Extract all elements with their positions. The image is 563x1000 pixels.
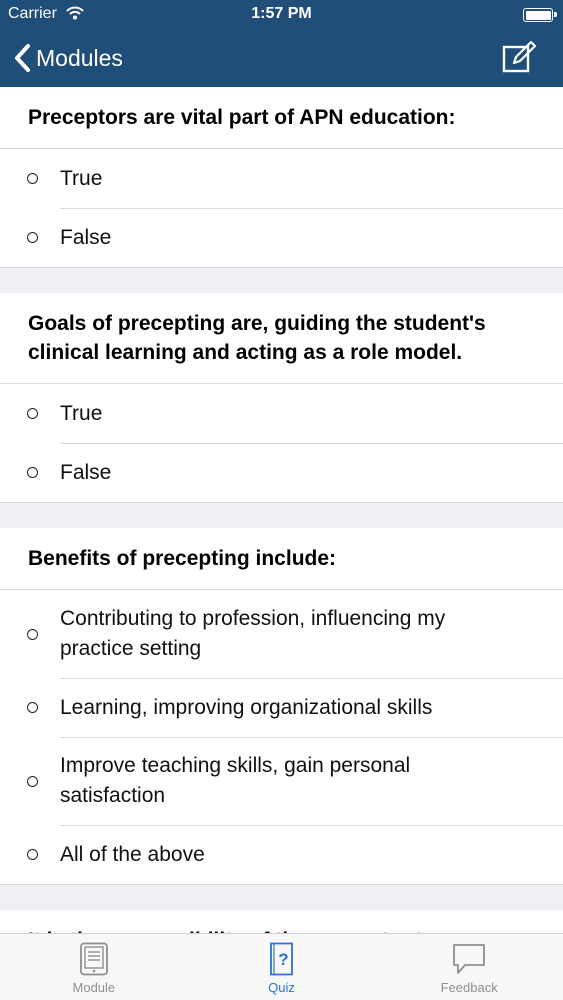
answer-option[interactable]: False bbox=[0, 208, 563, 267]
status-time: 1:57 PM bbox=[251, 5, 312, 22]
quiz-icon: ? bbox=[269, 942, 293, 976]
tab-feedback-label: Feedback bbox=[440, 980, 498, 995]
radio-circle-icon[interactable] bbox=[27, 408, 38, 419]
question-title: Goals of precepting are, guiding the stu… bbox=[0, 293, 563, 384]
speech-bubble-icon bbox=[453, 944, 486, 974]
question-block: Benefits of precepting include: Contribut… bbox=[0, 528, 563, 885]
radio-circle-icon[interactable] bbox=[27, 775, 38, 787]
battery-icon bbox=[523, 8, 557, 22]
tab-quiz-label: Quiz bbox=[268, 980, 295, 995]
question-block: Goals of precepting are, guiding the stu… bbox=[0, 293, 563, 503]
back-label: Modules bbox=[36, 44, 123, 71]
answer-option-label: False bbox=[60, 460, 112, 484]
radio-circle-icon[interactable] bbox=[27, 849, 38, 860]
tab-module-label: Module bbox=[72, 980, 116, 995]
status-bar: Carrier 1:57 PM bbox=[0, 0, 563, 30]
back-button[interactable]: Modules bbox=[14, 38, 123, 78]
tab-module[interactable]: Module bbox=[0, 934, 188, 1000]
quiz-content[interactable]: Preceptors are vital part of APN educati… bbox=[0, 87, 563, 933]
answer-option-label: False bbox=[60, 225, 112, 249]
question-list: Preceptors are vital part of APN educati… bbox=[0, 87, 563, 933]
answer-option-label: True bbox=[60, 401, 103, 425]
section-gap bbox=[0, 503, 563, 528]
question-block: It is the responsibility of the precepto… bbox=[0, 910, 563, 933]
answer-option[interactable]: Learning, improving organizational skill… bbox=[0, 678, 563, 737]
answer-option[interactable]: All of the above bbox=[0, 825, 563, 884]
radio-circle-icon[interactable] bbox=[27, 702, 38, 713]
question-title: It is the responsibility of the precepto… bbox=[0, 910, 563, 933]
answer-option[interactable]: True bbox=[0, 384, 563, 443]
answer-option-label: Improve teaching skills, gain personal s… bbox=[60, 754, 411, 807]
compose-icon bbox=[502, 41, 536, 73]
radio-circle-icon[interactable] bbox=[27, 232, 38, 243]
tablet-icon bbox=[79, 942, 108, 976]
answer-option[interactable]: False bbox=[0, 443, 563, 502]
section-gap bbox=[0, 268, 563, 293]
tab-feedback[interactable]: Feedback bbox=[375, 934, 563, 1000]
svg-text:?: ? bbox=[278, 950, 288, 969]
answer-option-label: All of the above bbox=[60, 842, 205, 866]
answer-option-label: True bbox=[60, 166, 103, 190]
chevron-left-icon bbox=[15, 44, 30, 72]
question-title: Benefits of precepting include: bbox=[0, 528, 563, 590]
answer-option[interactable]: Contributing to profession, influencing … bbox=[0, 590, 563, 678]
answer-option-label: Contributing to profession, influencing … bbox=[60, 607, 446, 660]
navigation-bar: Modules bbox=[0, 30, 563, 87]
radio-circle-icon[interactable] bbox=[27, 628, 38, 640]
compose-button[interactable] bbox=[499, 38, 539, 78]
answer-option-label: Learning, improving organizational skill… bbox=[60, 695, 433, 719]
question-title: Preceptors are vital part of APN educati… bbox=[0, 87, 563, 149]
radio-circle-icon[interactable] bbox=[27, 173, 38, 184]
radio-circle-icon[interactable] bbox=[27, 467, 38, 478]
section-gap bbox=[0, 885, 563, 910]
question-block: Preceptors are vital part of APN educati… bbox=[0, 87, 563, 268]
answer-option[interactable]: True bbox=[0, 149, 563, 208]
top-bar: Carrier 1:57 PM Modules bbox=[0, 0, 563, 87]
tab-quiz[interactable]: ? Quiz bbox=[188, 934, 376, 1000]
tab-bar: Module ? Quiz Feedback bbox=[0, 933, 563, 1000]
answer-option[interactable]: Improve teaching skills, gain personal s… bbox=[0, 737, 563, 825]
